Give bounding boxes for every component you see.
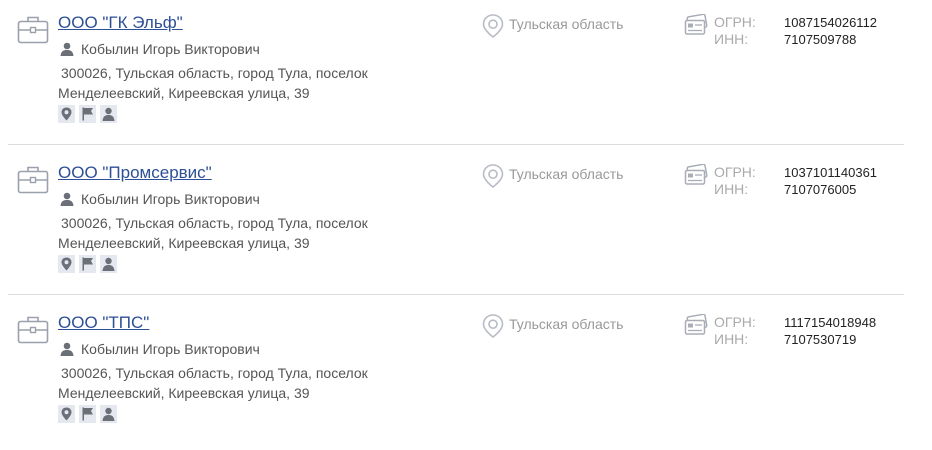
briefcase-icon — [17, 166, 49, 194]
company-card: ООО "Промсервис" Кобылин Игорь Викторови… — [8, 150, 904, 300]
flag-icon — [82, 107, 93, 121]
company-address: 300026, Тульская область, город Тула, по… — [58, 65, 368, 101]
inn-value: 7107509788 — [784, 32, 857, 47]
company-region: Тульская область — [509, 166, 624, 182]
inn-label: ИНН: — [714, 181, 749, 197]
row-divider — [8, 294, 904, 295]
ogrn-value: 1087154026112 — [784, 15, 878, 30]
director-name: Кобылин Игорь Викторович — [81, 341, 260, 357]
flag-icon — [82, 407, 93, 421]
inn-value: 7107530719 — [784, 332, 857, 347]
company-name-link[interactable]: ООО "ТПС" — [58, 313, 149, 333]
location-pin-icon — [482, 314, 504, 338]
map-pin-badge[interactable] — [58, 105, 75, 123]
person-icon — [102, 107, 115, 121]
inn-label: ИНН: — [714, 31, 749, 47]
person-badge[interactable] — [100, 405, 117, 423]
person-badge[interactable] — [100, 105, 117, 123]
ogrn-label: ОГРН: — [714, 164, 756, 180]
flag-icon — [82, 257, 93, 271]
ogrn-value: 1037101140361 — [784, 165, 878, 180]
company-card: ООО "ТПС" Кобылин Игорь Викторович 30002… — [8, 300, 904, 450]
id-card-icon — [684, 14, 708, 35]
flag-badge[interactable] — [79, 105, 96, 123]
person-icon — [60, 342, 74, 356]
company-region: Тульская область — [509, 16, 624, 32]
director-name: Кобылин Игорь Викторович — [81, 41, 260, 57]
location-pin-icon — [482, 14, 504, 38]
map-pin-icon — [61, 257, 72, 271]
person-icon — [60, 192, 74, 206]
flag-badge[interactable] — [79, 255, 96, 273]
company-region: Тульская область — [509, 316, 624, 332]
flag-badge[interactable] — [79, 405, 96, 423]
briefcase-icon — [17, 16, 49, 44]
ogrn-value: 1117154018948 — [784, 315, 877, 330]
company-card: ООО "ГК Эльф" Кобылин Игорь Викторович 3… — [8, 0, 904, 150]
map-pin-badge[interactable] — [58, 255, 75, 273]
person-icon — [60, 42, 74, 56]
map-pin-icon — [61, 107, 72, 121]
inn-value: 7107076005 — [784, 182, 857, 197]
person-icon — [102, 407, 115, 421]
briefcase-icon — [17, 316, 49, 344]
id-card-icon — [684, 314, 708, 335]
row-divider — [8, 144, 904, 145]
company-address: 300026, Тульская область, город Тула, по… — [58, 215, 368, 251]
company-address: 300026, Тульская область, город Тула, по… — [58, 365, 368, 401]
person-icon — [102, 257, 115, 271]
ogrn-label: ОГРН: — [714, 314, 756, 330]
map-pin-icon — [61, 407, 72, 421]
person-badge[interactable] — [100, 255, 117, 273]
inn-label: ИНН: — [714, 331, 749, 347]
company-name-link[interactable]: ООО "ГК Эльф" — [58, 13, 183, 33]
id-card-icon — [684, 164, 708, 185]
map-pin-badge[interactable] — [58, 405, 75, 423]
company-name-link[interactable]: ООО "Промсервис" — [58, 163, 212, 183]
ogrn-label: ОГРН: — [714, 14, 756, 30]
location-pin-icon — [482, 164, 504, 188]
director-name: Кобылин Игорь Викторович — [81, 191, 260, 207]
